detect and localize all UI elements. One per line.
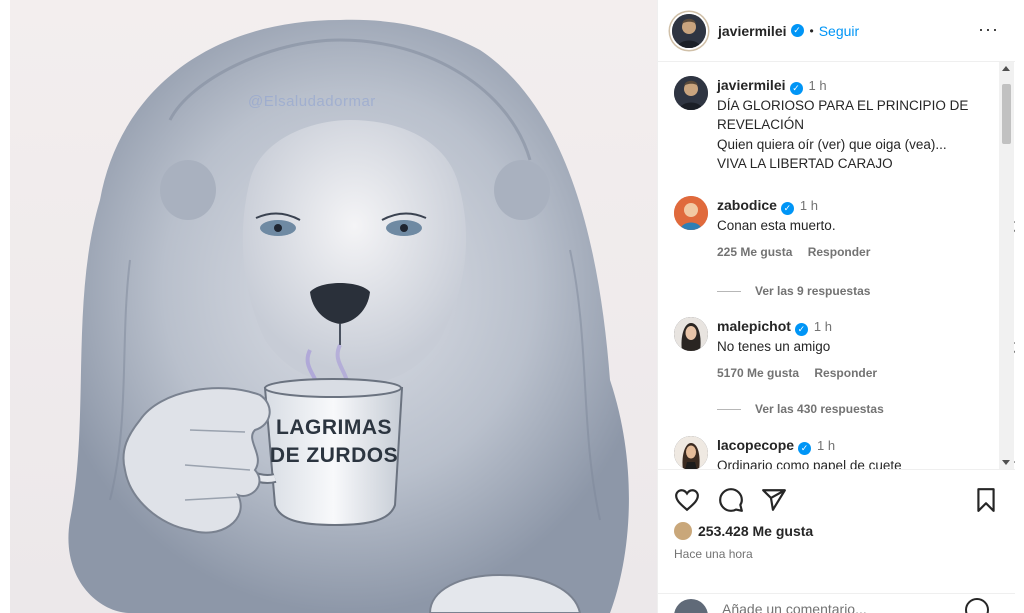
comment-avatar[interactable] <box>674 196 708 230</box>
author-avatar[interactable] <box>672 13 706 48</box>
post-image[interactable]: @Elsaludadormar LAGRIMAS DE ZURDOS <box>10 0 657 613</box>
add-comment-input[interactable]: Añade un comentario... <box>722 601 867 613</box>
comments-list[interactable]: javiermilei ✓ 1 h DÍA GLORIOSO PARA EL PRI… <box>658 62 1015 469</box>
comment-text: Conan esta muerto. <box>717 217 836 233</box>
comment-avatar-image <box>674 317 708 351</box>
view-replies-button[interactable]: Ver las 9 respuestas <box>717 284 870 298</box>
header-username[interactable]: javiermilei <box>718 23 787 39</box>
caption-line-3: VIVA LA LIBERTAD CARAJO <box>717 156 893 171</box>
post-time[interactable]: Hace una hora <box>674 547 753 561</box>
comment-likes[interactable]: 225 Me gusta <box>717 245 792 259</box>
caption-avatar-image <box>674 76 708 110</box>
comment-bubble-icon[interactable] <box>718 487 744 513</box>
reply-button[interactable]: Responder <box>814 366 877 380</box>
follow-button[interactable]: Seguir <box>819 23 859 39</box>
caption-avatar[interactable] <box>674 76 708 110</box>
mug-text-line-2: DE ZURDOS <box>269 444 399 467</box>
comment-avatar-image <box>674 436 708 469</box>
replies-divider <box>717 408 741 410</box>
replies-divider <box>717 290 741 292</box>
comment-likes[interactable]: 5170 Me gusta <box>717 366 799 380</box>
reply-button[interactable]: Responder <box>808 245 871 259</box>
comment-time[interactable]: 1 h <box>817 438 835 453</box>
mug-text-line-1: LAGRIMAS <box>276 416 392 439</box>
caption-time[interactable]: 1 h <box>809 78 827 93</box>
verified-badge-icon: ✓ <box>789 82 803 95</box>
save-bookmark-icon[interactable] <box>973 487 999 513</box>
post-side-panel: javiermilei ✓ • Seguir ··· javiermilei ✓ 1… <box>657 0 1015 613</box>
emoji-icon[interactable] <box>965 598 989 613</box>
scroll-down-arrow-icon[interactable] <box>1002 460 1010 465</box>
comment-text: Ordinario como papel de cuete <box>717 457 902 470</box>
comment-username[interactable]: lacopecope <box>717 437 794 453</box>
comment-avatar-image <box>674 196 708 230</box>
comment-body: lacopecope ✓ 1 h Ordinario como papel de c… <box>717 436 967 469</box>
verified-badge-icon: ✓ <box>794 323 808 336</box>
comments-scrollbar[interactable] <box>999 62 1014 469</box>
comment-avatar[interactable] <box>674 436 708 469</box>
caption-body: javiermilei ✓ 1 h DÍA GLORIOSO PARA EL PRI… <box>717 76 987 174</box>
like-heart-icon[interactable] <box>674 487 700 513</box>
scrollbar-thumb[interactable] <box>1002 84 1011 144</box>
view-replies-label: Ver las 9 respuestas <box>755 284 871 298</box>
comment-time[interactable]: 1 h <box>800 198 818 213</box>
caption-line-2: Quien quiera oír (ver) que oiga (vea)... <box>717 136 947 152</box>
comment-avatar[interactable] <box>674 317 708 351</box>
header-separator: • <box>809 23 814 38</box>
mug-text: LAGRIMAS DE ZURDOS <box>268 414 400 470</box>
comment-username[interactable]: zabodice <box>717 197 777 213</box>
comment-body: zabodice ✓ 1 h Conan esta muerto. 225 Me g… <box>717 196 967 263</box>
scroll-up-arrow-icon[interactable] <box>1002 66 1010 71</box>
image-watermark: @Elsaludadormar <box>248 93 376 110</box>
comment-text: No tenes un amigo <box>717 338 831 354</box>
likes-row[interactable]: 253.428 Me gusta <box>674 522 813 540</box>
add-comment-bar: Añade un comentario... <box>658 593 1015 613</box>
verified-badge-icon: ✓ <box>798 442 812 455</box>
comment-time[interactable]: 1 h <box>814 319 832 334</box>
comment-username[interactable]: malepichot <box>717 318 791 334</box>
lion-illustration <box>68 19 629 613</box>
caption-username[interactable]: javiermilei <box>717 77 786 93</box>
author-avatar-image <box>672 13 706 48</box>
likes-count[interactable]: 253.428 Me gusta <box>698 523 813 539</box>
current-user-avatar <box>674 599 708 613</box>
post-actions: 253.428 Me gusta Hace una hora <box>658 469 1015 593</box>
share-paper-plane-icon[interactable] <box>761 487 787 513</box>
comment-body: malepichot ✓ 1 h No tenes un amigo 5170 Me… <box>717 317 967 384</box>
more-options-icon[interactable]: ··· <box>978 20 999 38</box>
liker-avatar <box>674 522 692 540</box>
post-header: javiermilei ✓ • Seguir ··· <box>658 0 1015 62</box>
view-replies-label: Ver las 430 respuestas <box>755 402 884 416</box>
verified-badge-icon: ✓ <box>780 202 794 215</box>
view-replies-button[interactable]: Ver las 430 respuestas <box>717 402 884 416</box>
caption-line-1: DÍA GLORIOSO PARA EL PRINCIPIO DE REVELA… <box>717 97 969 133</box>
verified-badge-icon: ✓ <box>790 24 804 37</box>
